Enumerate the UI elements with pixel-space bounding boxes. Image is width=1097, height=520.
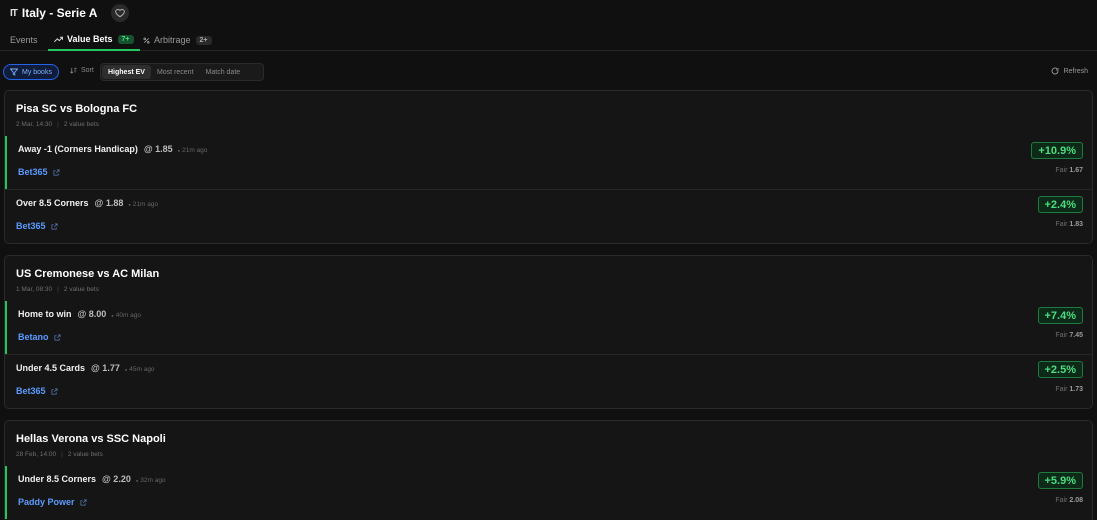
match-card: Hellas Verona vs SSC Napoli 28 Feb, 14:0…	[4, 420, 1093, 520]
fair-odds: Fair 1.73	[1055, 386, 1083, 393]
tab-events[interactable]: Events	[10, 29, 38, 51]
value-bet-row[interactable]: Under 8.5 Corners@ 2.2032m ago Paddy Pow…	[5, 466, 1092, 519]
ev-badge: +10.9%	[1031, 142, 1083, 159]
value-bet-count: 2 value bets	[67, 451, 103, 458]
page-title: Italy - Serie A	[21, 6, 98, 20]
match-meta: 2 Mar, 14:30 | 2 value bets	[16, 121, 99, 128]
sort-label: Sort	[70, 67, 94, 74]
fair-odds: Fair 7.45	[1055, 332, 1083, 339]
fair-odds: Fair 1.83	[1055, 221, 1083, 228]
bet-odds: @ 2.20	[102, 474, 131, 484]
sort-match-date[interactable]: Match date	[200, 65, 247, 79]
match-title[interactable]: Pisa SC vs Bologna FC	[16, 103, 137, 115]
external-link-icon	[51, 388, 58, 395]
match-card: US Cremonese vs AC Milan 1 Mar, 08:30 | 2 …	[4, 255, 1093, 409]
bet-market: Under 8.5 Corners@ 2.2032m ago	[18, 474, 166, 484]
external-link-icon	[80, 499, 87, 506]
bet-odds: @ 1.85	[143, 144, 173, 154]
toolbar: My books Sort Highest EV Most recent Mat…	[3, 63, 1093, 81]
sort-segmented-control: Highest EV Most recent Match date	[100, 63, 264, 81]
sort-highest-ev[interactable]: Highest EV	[102, 65, 151, 79]
filter-icon	[10, 68, 18, 76]
tab-label: Events	[10, 35, 38, 45]
bet-odds: @ 1.88	[94, 198, 124, 208]
heart-icon	[115, 8, 126, 18]
ev-badge: +7.4%	[1037, 307, 1083, 324]
page-header: IT Italy - Serie A	[10, 3, 130, 23]
tab-value-bets[interactable]: Value Bets 7+	[48, 29, 140, 51]
bet-odds: @ 1.77	[91, 363, 120, 373]
fair-odds: Fair 2.08	[1055, 497, 1083, 504]
match-meta: 1 Mar, 08:30 | 2 value bets	[16, 286, 99, 293]
match-title[interactable]: Hellas Verona vs SSC Napoli	[16, 433, 166, 445]
match-card: Pisa SC vs Bologna FC 2 Mar, 14:30 | 2 val…	[4, 90, 1093, 244]
bet-age: 32m ago	[136, 477, 166, 484]
value-bet-count: 2 value bets	[63, 121, 99, 128]
tab-badge: 2+	[195, 35, 212, 45]
bet-market: Away -1 (Corners Handicap)@ 1.8521m ago	[18, 144, 207, 154]
value-bet-count: 2 value bets	[63, 286, 99, 293]
tab-badge: 7+	[117, 34, 134, 44]
refresh-icon	[1051, 67, 1059, 75]
value-bet-row[interactable]: Home to win@ 8.0040m ago Betano +7.4% Fa…	[5, 301, 1092, 354]
percent-icon	[143, 36, 150, 44]
external-link-icon	[51, 223, 58, 230]
bet-age: 45m ago	[125, 366, 155, 373]
sort-icon	[70, 67, 77, 74]
bet-age: 40m ago	[111, 312, 141, 319]
favorite-button[interactable]	[111, 4, 130, 22]
bookmaker-link[interactable]: Bet365	[16, 221, 58, 231]
bet-market: Under 4.5 Cards@ 1.7745m ago	[16, 363, 155, 373]
my-books-label: My books	[22, 68, 52, 76]
match-title[interactable]: US Cremonese vs AC Milan	[16, 268, 159, 280]
match-date: 2 Mar, 14:30	[16, 121, 53, 128]
tab-label: Value Bets	[67, 34, 113, 44]
value-bet-row[interactable]: Away -1 (Corners Handicap)@ 1.8521m ago …	[5, 136, 1092, 189]
refresh-button[interactable]: Refresh	[1051, 67, 1088, 75]
match-date: 28 Feb, 14:00	[16, 451, 57, 458]
tab-label: Arbitrage	[154, 35, 191, 45]
bookmaker-link[interactable]: Bet365	[18, 167, 60, 177]
match-date: 1 Mar, 08:30	[16, 286, 53, 293]
external-link-icon	[53, 169, 60, 176]
match-meta: 28 Feb, 14:00 | 2 value bets	[16, 451, 103, 458]
league-flag-icon: IT	[10, 7, 18, 19]
tab-arbitrage[interactable]: Arbitrage 2+	[143, 29, 212, 51]
ev-badge: +2.5%	[1037, 361, 1083, 378]
sort-most-recent[interactable]: Most recent	[151, 65, 200, 79]
ev-badge: +2.4%	[1037, 196, 1083, 213]
bookmaker-link[interactable]: Bet365	[16, 386, 58, 396]
fair-odds: Fair 1.67	[1055, 167, 1083, 174]
bet-market: Over 8.5 Corners@ 1.8821m ago	[16, 198, 158, 208]
my-books-filter-button[interactable]: My books	[3, 64, 59, 80]
bookmaker-link[interactable]: Betano	[18, 332, 61, 342]
external-link-icon	[54, 334, 61, 341]
value-bet-row[interactable]: Under 4.5 Cards@ 1.7745m ago Bet365 +2.5…	[5, 354, 1092, 407]
ev-badge: +5.9%	[1037, 472, 1083, 489]
value-bet-row[interactable]: Over 8.5 Corners@ 1.8821m ago Bet365 +2.…	[5, 189, 1092, 242]
bet-age: 21m ago	[178, 147, 208, 154]
bet-odds: @ 8.00	[77, 309, 107, 319]
tab-bar: Events Value Bets 7+ Arbitrage 2+	[0, 29, 1097, 51]
bet-market: Home to win@ 8.0040m ago	[18, 309, 141, 319]
trending-up-icon	[54, 36, 63, 43]
bookmaker-link[interactable]: Paddy Power	[18, 497, 87, 507]
bet-age: 21m ago	[128, 201, 158, 208]
